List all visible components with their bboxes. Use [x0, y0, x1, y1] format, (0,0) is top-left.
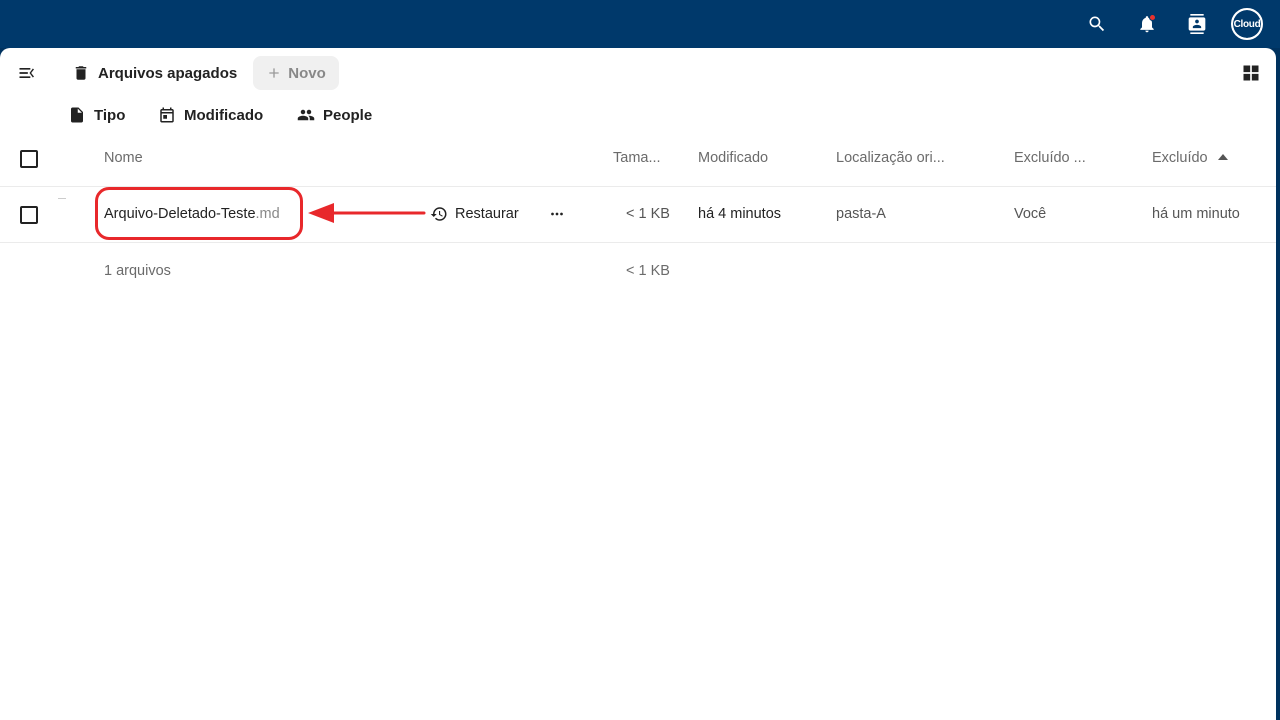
column-header-name[interactable]: Nome — [104, 150, 143, 166]
search-icon[interactable] — [1083, 10, 1111, 38]
highlight-outline — [95, 187, 303, 240]
new-button-label: Novo — [288, 64, 326, 82]
filter-modified-label: Modificado — [184, 106, 264, 124]
bell-icon[interactable] — [1133, 10, 1161, 38]
more-horizontal-icon — [551, 212, 563, 216]
breadcrumb[interactable]: Arquivos apagados — [72, 62, 237, 84]
column-header-size[interactable]: Tama... — [613, 150, 661, 166]
file-icon — [71, 107, 83, 123]
notification-dot — [1149, 14, 1156, 21]
files-panel: Arquivos apagados Novo Tipo Modificado P… — [0, 48, 1276, 720]
history-icon — [430, 207, 447, 221]
footer-file-count: 1 arquivos — [104, 263, 171, 279]
user-avatar[interactable]: Cloud — [1231, 8, 1263, 40]
filter-type-button[interactable]: Tipo — [68, 104, 125, 126]
file-thumbnail — [58, 198, 66, 199]
filter-modified-button[interactable]: Modificado — [158, 104, 263, 126]
avatar-label: Cloud — [1233, 18, 1261, 30]
breadcrumb-label: Arquivos apagados — [98, 64, 238, 82]
column-header-original-location[interactable]: Localização ori... — [836, 150, 945, 166]
menu-collapse-icon — [19, 68, 34, 78]
filter-people-label: People — [323, 106, 373, 124]
footer-total-size: < 1 KB — [626, 263, 670, 279]
file-size: < 1 KB — [626, 206, 670, 222]
file-deleted-time: há um minuto — [1152, 206, 1240, 222]
calendar-icon — [160, 107, 174, 123]
annotation-arrow-icon — [308, 203, 426, 223]
navigation-toggle-button[interactable] — [14, 60, 40, 86]
divider — [0, 242, 1276, 243]
people-icon — [297, 109, 315, 121]
avatar-image: Cloud — [1233, 10, 1261, 38]
column-header-deleted[interactable]: Excluído — [1152, 150, 1228, 166]
row-checkbox[interactable] — [20, 206, 38, 224]
filter-people-button[interactable]: People — [297, 104, 372, 126]
file-original-location: pasta-A — [836, 206, 886, 222]
file-modified: há 4 minutos — [698, 206, 782, 222]
new-button[interactable]: Novo — [253, 56, 339, 90]
sort-ascending-icon — [1217, 154, 1228, 160]
file-deleted-by: Você — [1014, 206, 1047, 222]
column-header-deleted-label: Excluído — [1152, 150, 1208, 166]
grid-view-toggle-button[interactable] — [1238, 60, 1264, 86]
top-header: Cloud — [0, 0, 1280, 48]
column-header-modified[interactable]: Modificado — [698, 150, 768, 166]
filter-type-label: Tipo — [94, 106, 126, 124]
grid-icon — [1243, 65, 1259, 81]
more-actions-button[interactable] — [546, 204, 568, 224]
plus-icon — [269, 68, 279, 78]
select-all-checkbox[interactable] — [20, 150, 38, 168]
column-header-deleted-by[interactable]: Excluído ... — [1014, 150, 1086, 166]
trash-icon — [75, 66, 87, 80]
contacts-icon[interactable] — [1183, 10, 1211, 38]
restore-button[interactable]: Restaurar — [430, 204, 519, 224]
restore-button-label: Restaurar — [455, 206, 519, 222]
